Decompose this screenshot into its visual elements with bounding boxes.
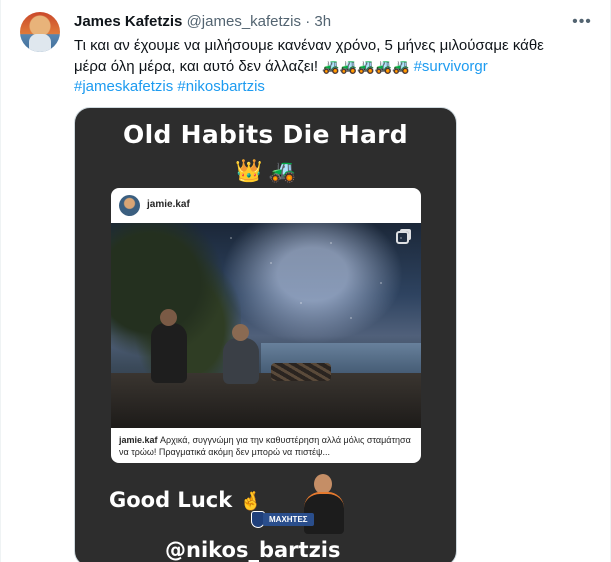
instagram-caption: jamie.kaf Αρχικά, συγγνώμη για την καθυσ…: [119, 434, 417, 458]
instagram-post-header: jamie.kaf: [111, 188, 421, 223]
tractor-emojis: 🚜🚜🚜🚜🚜: [322, 58, 410, 74]
author-handle[interactable]: @james_kafetzis: [187, 13, 301, 30]
instagram-avatar: [119, 195, 140, 216]
instagram-photo: [111, 223, 421, 428]
separator-dot: ·: [305, 13, 311, 30]
tweet-text: Τι και αν έχουμε να μιλήσουμε κανέναν χρ…: [74, 36, 574, 97]
instagram-post-card: jamie.kaf jamie.kaf Αρχικά, συγγνώμη για…: [111, 188, 421, 463]
campfire-wood: [271, 363, 331, 381]
story-emoji-row: 👑 🚜: [75, 158, 456, 184]
story-title: Old Habits Die Hard: [123, 120, 408, 149]
author-name[interactable]: James Kafetzis: [74, 13, 182, 30]
tweet[interactable]: James Kafetzis @james_kafetzis · 3h ••• …: [0, 0, 611, 562]
tractor-emoji: 🚜: [268, 158, 296, 183]
instagram-caption-user: jamie.kaf: [119, 435, 158, 445]
good-luck-text: Good Luck 🤞: [109, 488, 262, 512]
person-figure: [223, 324, 259, 384]
team-badge: ΜΑΧΗΤΕΣ: [263, 513, 314, 526]
tweet-header: James Kafetzis @james_kafetzis · 3h •••: [74, 12, 594, 32]
more-horizontal-icon[interactable]: •••: [570, 12, 594, 32]
instagram-caption-text: Αρχικά, συγγνώμη για την καθυστέρηση αλλ…: [119, 435, 411, 457]
tweet-text-line1: Τι και αν έχουμε να μιλήσουμε κανέναν χρ…: [74, 37, 544, 54]
good-luck-label: Good Luck: [109, 488, 233, 512]
fingers-crossed-emoji: 🤞: [239, 491, 262, 512]
hashtag-nikosbartzis[interactable]: #nikosbartzis: [177, 78, 265, 95]
tweet-text-line2: μέρα όλη μέρα, και αυτό δεν άλλαζει!: [74, 58, 319, 75]
mention-text: @nikos_bartzis: [165, 538, 341, 562]
hashtag-jameskafetzis[interactable]: #jameskafetzis: [74, 78, 173, 95]
crown-emoji: 👑: [235, 158, 263, 183]
tweet-media-image[interactable]: Old Habits Die Hard 👑 🚜 jamie.kaf jamie.…: [74, 107, 457, 562]
multiple-photos-icon: [396, 231, 409, 244]
person-figure: [151, 309, 187, 383]
author-avatar[interactable]: [20, 12, 60, 52]
hashtag-survivorgr[interactable]: #survivorgr: [414, 58, 488, 75]
instagram-username: jamie.kaf: [147, 199, 190, 210]
tweet-timestamp[interactable]: 3h: [314, 13, 331, 30]
